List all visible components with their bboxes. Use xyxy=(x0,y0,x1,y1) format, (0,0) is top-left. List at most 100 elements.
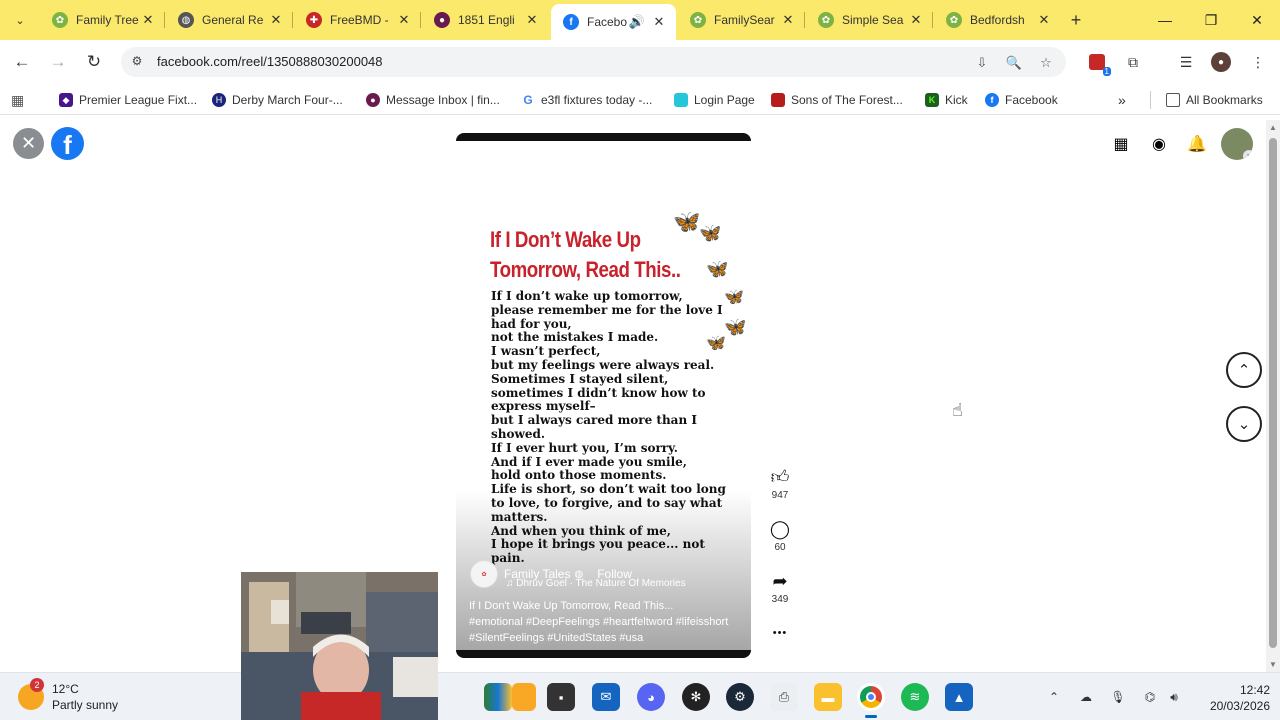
install-app-icon[interactable]: ⇩ xyxy=(973,54,991,72)
reel-video[interactable]: If I Don’t Wake Up Tomorrow, Read This..… xyxy=(456,133,751,658)
menu-grid-icon[interactable]: ▦ xyxy=(1108,131,1134,157)
remote-desktop-app-icon[interactable]: ▲ xyxy=(945,683,973,711)
hand-cursor-icon: ☝ xyxy=(952,400,963,420)
reel-headline-line2: Tomorrow, Read This.. xyxy=(490,257,681,282)
close-reel-icon[interactable]: ✕ xyxy=(13,128,44,159)
extension-shield-icon[interactable]: 1 xyxy=(1087,52,1111,76)
tab-familysearch[interactable]: ✿ FamilySear ✕ xyxy=(678,4,805,36)
scrollbar-thumb[interactable] xyxy=(1269,138,1277,648)
reel-music[interactable]: ♫ Dhruv Goel · The Nature Of Memories xyxy=(506,578,686,589)
bookmark-label: Message Inbox | fin... xyxy=(386,93,500,107)
printer-app-icon[interactable]: ⎙ xyxy=(770,683,798,711)
discord-app-icon[interactable]: ◕ xyxy=(637,683,665,711)
share-arrow-icon: ➦ xyxy=(772,570,788,591)
terminal-app-icon[interactable]: ▪ xyxy=(547,683,575,711)
messenger-icon[interactable]: ◉ xyxy=(1146,131,1172,157)
zoom-icon[interactable]: 🔍 xyxy=(1005,54,1023,72)
tab-simple-search[interactable]: ✿ Simple Sea ✕ xyxy=(806,4,933,36)
restore-icon[interactable]: ❐ xyxy=(1199,8,1223,32)
chrome-app-icon[interactable] xyxy=(857,683,885,718)
bookmark-message-inbox[interactable]: ● Message Inbox | fin... xyxy=(366,91,500,109)
bookmark-kick[interactable]: K Kick xyxy=(925,91,968,109)
author-avatar[interactable]: ✿ xyxy=(470,560,498,588)
forward-arrow-icon[interactable]: → xyxy=(46,50,70,74)
outlook-app-icon[interactable]: ✉ xyxy=(592,683,620,711)
minimize-icon[interactable]: — xyxy=(1153,8,1177,32)
taskbar-clock[interactable]: 12:42 20/03/2026 xyxy=(1198,682,1270,714)
tab-1851-england[interactable]: ● 1851 Engli ✕ xyxy=(422,4,549,36)
close-tab-icon[interactable]: ✕ xyxy=(395,11,413,29)
back-arrow-icon[interactable]: ← xyxy=(10,50,34,74)
bookmark-premier-league[interactable]: ◆ Premier League Fixt... xyxy=(59,91,197,109)
poem-line: not the mistakes I made. xyxy=(491,330,659,345)
more-bookmarks-chevron-icon[interactable]: » xyxy=(1118,91,1126,109)
all-bookmarks-label: All Bookmarks xyxy=(1186,93,1263,107)
bookmarks-bar: ▦ ◆ Premier League Fixt... H Derby March… xyxy=(0,85,1280,115)
tab-facebook[interactable]: f Facebo 🔊 ✕ xyxy=(551,4,676,40)
facebook-logo-icon[interactable]: f xyxy=(51,127,84,160)
close-tab-icon[interactable]: ✕ xyxy=(907,11,925,29)
close-tab-icon[interactable]: ✕ xyxy=(779,11,797,29)
address-bar[interactable]: ⚙ facebook.com/reel/1350888030200048 ⇩ 🔍… xyxy=(121,47,1066,77)
tab-freebmd[interactable]: ✚ FreeBMD - ✕ xyxy=(294,4,421,36)
bookmark-sons-of-the-forest[interactable]: Sons of The Forest... xyxy=(771,91,903,109)
microphone-icon[interactable]: 🎙︎ xyxy=(1108,687,1128,707)
bookmark-e3fl-fixtures[interactable]: G e3fl fixtures today -... xyxy=(521,91,652,109)
tab-title: FreeBMD - xyxy=(330,13,389,27)
previous-reel-button[interactable]: ⌃ xyxy=(1226,352,1262,388)
close-tab-icon[interactable]: ✕ xyxy=(523,11,541,29)
reload-icon[interactable]: ↻ xyxy=(82,50,106,74)
scroll-down-arrow-icon[interactable]: ▼ xyxy=(1269,660,1277,669)
tab-title: Simple Sea xyxy=(842,13,904,27)
volume-icon[interactable]: 🔊︎ xyxy=(1164,687,1184,707)
media-controls-icon[interactable]: ☰ xyxy=(1176,52,1196,72)
like-button[interactable]: 👍︎ 947 xyxy=(766,466,794,501)
tab-search-button[interactable]: ⌄ xyxy=(8,8,32,32)
apps-grid-icon[interactable]: ▦ xyxy=(11,91,24,109)
like-count: 947 xyxy=(771,490,789,501)
spotify-app-icon[interactable]: ≋ xyxy=(901,683,929,711)
widgets-app-icon[interactable] xyxy=(484,683,512,711)
bookmark-facebook[interactable]: f Facebook xyxy=(985,91,1058,109)
network-icon[interactable]: ⌬ xyxy=(1140,687,1160,707)
bookmark-star-icon[interactable]: ☆ xyxy=(1037,54,1055,72)
bookmark-label: Premier League Fixt... xyxy=(79,93,198,107)
close-tab-icon[interactable]: ✕ xyxy=(650,13,668,31)
comment-button[interactable]: ◯ 60 xyxy=(766,518,794,554)
bookmark-login-page[interactable]: Login Page xyxy=(674,91,755,109)
extensions-puzzle-icon[interactable]: ⧉ xyxy=(1123,52,1143,72)
chatgpt-app-icon[interactable]: ✻ xyxy=(682,683,710,711)
bookmark-derby-march[interactable]: H Derby March Four-... xyxy=(212,91,343,109)
tab-general-register[interactable]: ◍ General Re ✕ xyxy=(166,4,293,36)
close-tab-icon[interactable]: ✕ xyxy=(139,11,157,29)
reel-hashtags[interactable]: #emotional #DeepFeelings #heartfeltword … xyxy=(469,614,739,646)
file-explorer-mini-icon[interactable] xyxy=(512,683,536,711)
steam-app-icon[interactable]: ⚙ xyxy=(726,683,754,711)
weather-badge: 2 xyxy=(30,678,44,692)
close-tab-icon[interactable]: ✕ xyxy=(267,11,285,29)
next-reel-button[interactable]: ⌄ xyxy=(1226,406,1262,442)
new-tab-button[interactable]: + xyxy=(1066,10,1086,30)
share-button[interactable]: ➦ 349 xyxy=(766,570,794,606)
show-hidden-icons-chevron-icon[interactable]: ⌃ xyxy=(1044,687,1064,707)
notifications-bell-icon[interactable]: 🔔 xyxy=(1184,131,1210,157)
onedrive-cloud-icon[interactable]: ☁ xyxy=(1076,687,1096,707)
site-info-icon[interactable]: ⚙ xyxy=(129,54,145,70)
account-avatar[interactable]: ▾ xyxy=(1221,128,1253,160)
reel-caption[interactable]: If I Don't Wake Up Tomorrow, Read This..… xyxy=(469,598,673,614)
close-tab-icon[interactable]: ✕ xyxy=(1035,11,1053,29)
close-window-icon[interactable]: ✕ xyxy=(1245,8,1269,32)
tab-bedfordshire[interactable]: ✿ Bedfordsh ✕ xyxy=(934,4,1061,36)
speaker-icon[interactable]: 🔊 xyxy=(628,13,646,31)
profile-avatar[interactable]: ● xyxy=(1211,52,1231,72)
address-url[interactable]: facebook.com/reel/1350888030200048 xyxy=(157,54,383,69)
more-options-button[interactable]: ••• xyxy=(766,622,794,644)
weather-widget[interactable]: 2 12°C Partly sunny xyxy=(18,678,118,713)
page-scrollbar[interactable]: ▲ ▼ xyxy=(1266,120,1280,672)
chrome-menu-icon[interactable]: ⋮ xyxy=(1248,52,1268,72)
all-bookmarks-folder[interactable]: All Bookmarks xyxy=(1166,91,1263,109)
scroll-up-arrow-icon[interactable]: ▲ xyxy=(1269,123,1277,132)
facebook-reel-page: ✕ f ▦ ◉ 🔔 ▾ If I Don’t Wake Up Tomorrow,… xyxy=(0,120,1266,672)
folder-app-icon[interactable]: ▬ xyxy=(814,683,842,711)
tab-family-tree[interactable]: ✿ Family Tree ✕ xyxy=(40,4,165,36)
